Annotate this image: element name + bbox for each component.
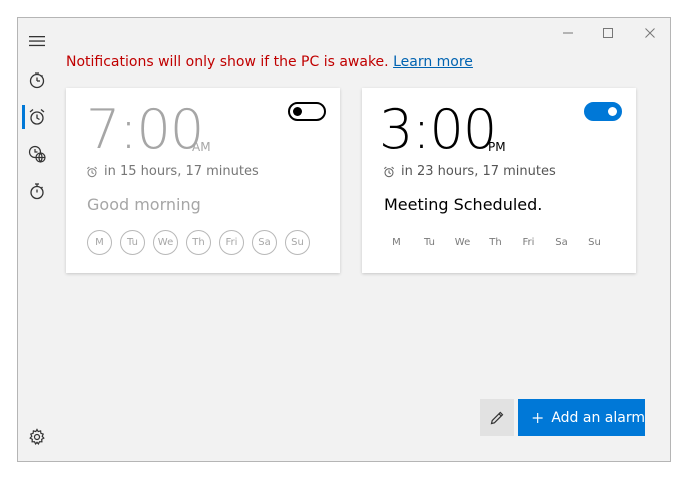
gear-icon[interactable] [24,424,50,450]
alarm-time: 3:00 [379,98,497,161]
day-sunday: Su [285,230,310,255]
alarm-name: Good morning [87,195,201,214]
alarm-card-meeting[interactable]: 3:00 PM in 23 hours, 17 minutes Meeting … [362,88,636,273]
alarm-toggle[interactable] [288,102,326,121]
maximize-icon[interactable] [598,25,618,41]
countdown-text: in 23 hours, 17 minutes [401,164,556,179]
day-friday: Fri [219,230,244,255]
close-icon[interactable] [640,25,660,41]
day-tuesday: Tu [120,230,145,255]
day-thursday: Th [489,237,502,248]
alarm-time: 7:00 [86,98,204,161]
add-alarm-label: Add an alarm [551,409,645,426]
world-clock-icon[interactable] [24,141,50,167]
alarm-countdown: in 23 hours, 17 minutes [383,164,556,179]
pencil-icon [490,411,504,424]
day-saturday: Sa [252,230,277,255]
alarm-clock-icon[interactable] [24,104,50,130]
day-wednesday: We [153,230,178,255]
add-alarm-button[interactable]: Add an alarm [518,399,645,436]
edit-alarms-button[interactable] [480,399,514,436]
learn-more-link[interactable]: Learn more [393,54,473,70]
day-monday: M [87,230,112,255]
hamburger-icon[interactable] [24,28,50,54]
day-friday: Fri [522,237,535,248]
timer-icon[interactable] [24,67,50,93]
day-wednesday: We [454,237,471,248]
alarm-ampm: AM [192,140,211,154]
countdown-text: in 15 hours, 17 minutes [104,164,259,179]
alarm-card-good-morning[interactable]: 7:00 AM in 15 hours, 17 minutes Good mor… [66,88,340,273]
plus-icon [532,412,543,423]
day-monday: M [392,237,401,248]
alarm-name: Meeting Scheduled. [384,195,543,214]
day-thursday: Th [186,230,211,255]
alarm-ampm: PM [488,140,506,154]
alarm-clock-icon [86,166,98,177]
minimize-icon[interactable] [558,25,578,41]
alarm-countdown: in 15 hours, 17 minutes [86,164,259,179]
alarm-days: M Tu We Th Fri Sa Su [384,230,607,255]
notice-text: Notifications will only show if the PC i… [66,54,389,70]
day-tuesday: Tu [424,237,435,248]
day-saturday: Sa [555,237,568,248]
alarm-clock-icon [383,166,395,177]
stopwatch-icon[interactable] [24,178,50,204]
alarm-toggle[interactable] [584,102,622,121]
day-sunday: Su [588,237,601,248]
clock-app-window: Notifications will only show if the PC i… [17,17,671,462]
alarm-days: M Tu We Th Fri Sa Su [87,230,310,255]
awake-notice: Notifications will only show if the PC i… [66,54,473,70]
